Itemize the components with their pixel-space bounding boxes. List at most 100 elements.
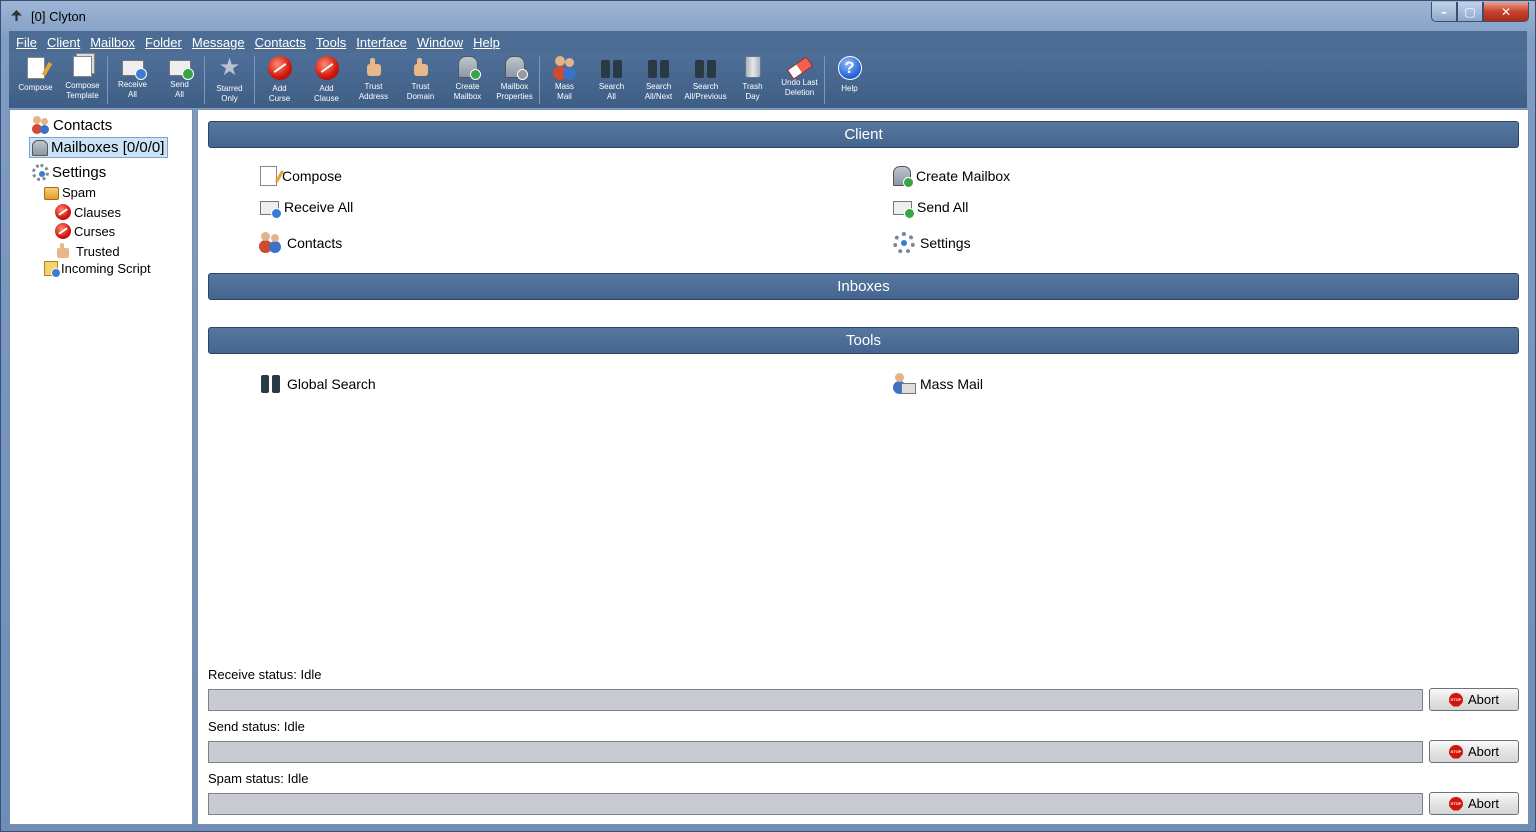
clause-icon bbox=[314, 56, 339, 80]
tree-item-trusted[interactable]: Trusted bbox=[55, 242, 120, 260]
close-icon: ✕ bbox=[1500, 4, 1512, 19]
menu-client[interactable]: Client bbox=[42, 35, 85, 50]
link-global-search[interactable]: Global Search bbox=[260, 373, 376, 395]
menu-folder[interactable]: Folder bbox=[140, 35, 187, 50]
receive-abort-button[interactable]: STOP Abort bbox=[1429, 688, 1519, 711]
section-header-inboxes: Inboxes bbox=[208, 273, 1519, 300]
tree-item-label: Clauses bbox=[74, 204, 121, 220]
toolbar-compose-button[interactable]: Compose bbox=[12, 56, 59, 106]
toolbar-add-clause-button[interactable]: Add Clause bbox=[303, 56, 350, 106]
link-receive-all[interactable]: Receive All bbox=[260, 199, 353, 219]
toolbar-help-button[interactable]: ? Help bbox=[826, 56, 873, 106]
minimize-icon: – bbox=[1441, 4, 1447, 19]
tree-item-contacts[interactable]: Contacts bbox=[32, 116, 112, 134]
toolbar-label: Add bbox=[272, 84, 287, 93]
section-header-tools: Tools bbox=[208, 327, 1519, 354]
abort-label: Abort bbox=[1467, 692, 1500, 707]
compose-icon bbox=[260, 166, 277, 186]
toolbar-trash-day-button[interactable]: Trash Day bbox=[729, 56, 776, 106]
tree-item-settings[interactable]: Settings bbox=[32, 164, 106, 181]
menu-file[interactable]: File bbox=[11, 35, 42, 50]
link-contacts[interactable]: Contacts bbox=[260, 232, 342, 254]
mass-mail-icon bbox=[893, 373, 916, 395]
menu-tools[interactable]: Tools bbox=[311, 35, 351, 50]
menu-message[interactable]: Message bbox=[187, 35, 250, 50]
toolbar-label: Starred bbox=[216, 84, 243, 93]
tree-item-clauses[interactable]: Clauses bbox=[55, 204, 121, 220]
tree-item-label: Mailboxes [0/0/0] bbox=[51, 139, 165, 156]
mailbox-gear-icon bbox=[504, 56, 528, 80]
receive-mail-icon bbox=[260, 201, 282, 219]
thumbs-up-icon bbox=[55, 242, 73, 260]
eraser-icon bbox=[786, 56, 813, 80]
tree-item-curses[interactable]: Curses bbox=[55, 223, 115, 239]
window-controls: – ▢ ✕ bbox=[1431, 2, 1529, 22]
link-label: Create Mailbox bbox=[916, 168, 1011, 184]
toolbar-receive-all-button[interactable]: Receive All bbox=[109, 56, 156, 106]
maximize-button[interactable]: ▢ bbox=[1457, 2, 1483, 22]
toolbar-trust-address-button[interactable]: Trust Address bbox=[350, 56, 397, 106]
menu-contacts[interactable]: Contacts bbox=[250, 35, 311, 50]
trash-icon bbox=[744, 56, 761, 78]
send-mail-icon bbox=[168, 60, 194, 80]
link-label: Settings bbox=[920, 235, 971, 251]
menu-interface[interactable]: Interface bbox=[351, 35, 412, 50]
thumbs-up-globe-icon bbox=[410, 56, 432, 78]
binoculars-icon bbox=[600, 58, 624, 78]
tree-item-incoming-script[interactable]: Incoming Script bbox=[44, 261, 151, 278]
toolbar-label: All/Previous bbox=[684, 92, 727, 101]
toolbar-label: Mailbox bbox=[500, 82, 529, 91]
toolbar-label: Add bbox=[319, 84, 334, 93]
toolbar-label: Search bbox=[692, 82, 719, 91]
link-send-all[interactable]: Send All bbox=[893, 199, 968, 219]
toolbar-label: Compose bbox=[18, 83, 53, 92]
app-icon bbox=[9, 8, 25, 24]
script-icon bbox=[44, 261, 61, 278]
toolbar-create-mailbox-button[interactable]: Create Mailbox bbox=[444, 56, 491, 106]
title-bar[interactable]: [0] Clyton – ▢ ✕ bbox=[1, 1, 1535, 31]
toolbar-search-all-button[interactable]: Search All bbox=[588, 56, 635, 106]
menu-help[interactable]: Help bbox=[468, 35, 505, 50]
toolbar-compose-template-button[interactable]: Compose Template bbox=[59, 56, 106, 106]
link-create-mailbox[interactable]: Create Mailbox bbox=[893, 166, 1011, 188]
spam-abort-button[interactable]: STOP Abort bbox=[1429, 792, 1519, 815]
toolbar-label: Receive bbox=[118, 80, 147, 89]
mass-mail-icon bbox=[553, 56, 577, 78]
close-button[interactable]: ✕ bbox=[1483, 2, 1529, 22]
tree-item-spam[interactable]: Spam bbox=[44, 185, 96, 200]
send-abort-button[interactable]: STOP Abort bbox=[1429, 740, 1519, 763]
toolbar-separator bbox=[254, 56, 255, 104]
spam-status-label: Spam status: Idle bbox=[208, 771, 309, 786]
tree-item-mailboxes[interactable]: Mailboxes [0/0/0] bbox=[29, 137, 169, 158]
menu-window[interactable]: Window bbox=[412, 35, 468, 50]
toolbar-label: Template bbox=[66, 91, 99, 100]
toolbar-search-all-next-button[interactable]: Search All/Next bbox=[635, 56, 682, 106]
link-label: Mass Mail bbox=[920, 376, 984, 392]
toolbar-mailbox-properties-button[interactable]: Mailbox Properties bbox=[491, 56, 538, 106]
toolbar-add-curse-button[interactable]: Add Curse bbox=[256, 56, 303, 106]
menu-mailbox[interactable]: Mailbox bbox=[85, 35, 140, 50]
toolbar-undo-last-deletion-button[interactable]: Undo Last Deletion bbox=[776, 56, 823, 106]
toolbar-label: Compose bbox=[65, 81, 100, 90]
toolbar-trust-domain-button[interactable]: Trust Domain bbox=[397, 56, 444, 106]
link-compose[interactable]: Compose bbox=[260, 166, 342, 186]
thumbs-up-icon bbox=[363, 56, 385, 78]
minimize-button[interactable]: – bbox=[1431, 2, 1457, 22]
mailbox-add-icon bbox=[893, 166, 914, 188]
stop-icon: STOP bbox=[1448, 744, 1463, 759]
link-settings[interactable]: Settings bbox=[893, 232, 971, 254]
sidebar-tree: Contacts Mailboxes [0/0/0] Settings Spam… bbox=[9, 109, 193, 825]
toolbar-send-all-button[interactable]: Send All bbox=[156, 56, 203, 106]
gear-icon bbox=[32, 164, 49, 181]
mailbox-add-icon bbox=[457, 56, 481, 80]
help-icon: ? bbox=[837, 56, 862, 80]
toolbar-search-all-previous-button[interactable]: Search All/Previous bbox=[682, 56, 729, 106]
link-mass-mail[interactable]: Mass Mail bbox=[893, 373, 983, 395]
toolbar-starred-only-button[interactable]: ★ Starred Only bbox=[206, 56, 253, 106]
toolbar-mass-mail-button[interactable]: Mass Mail bbox=[541, 56, 588, 106]
toolbar-label: Mass bbox=[554, 82, 575, 91]
toolbar-label: All bbox=[607, 92, 616, 101]
toolbar-label: Send bbox=[170, 80, 189, 89]
tree-item-label: Contacts bbox=[53, 116, 113, 134]
link-label: Compose bbox=[282, 168, 342, 184]
